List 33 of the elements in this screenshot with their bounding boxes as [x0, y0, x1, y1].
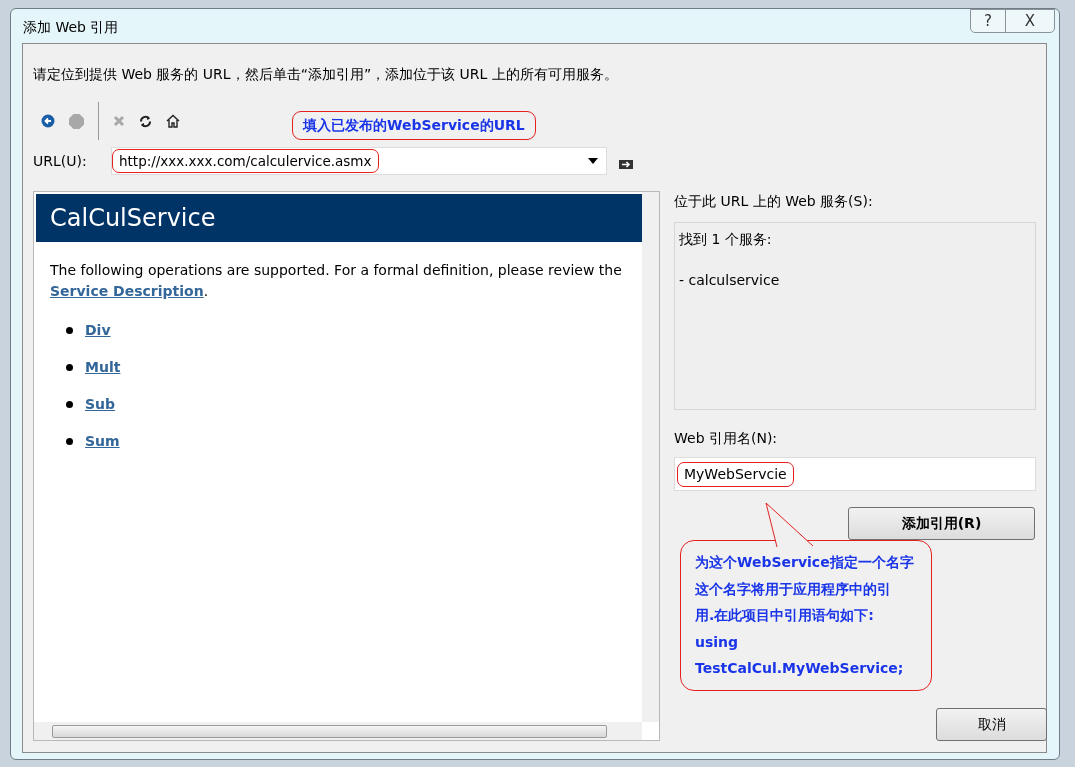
scroll-thumb[interactable] — [52, 724, 607, 738]
dropdown-arrow-icon[interactable] — [588, 158, 598, 164]
bullet-icon — [66, 327, 73, 334]
help-button[interactable]: ? — [970, 9, 1006, 33]
refresh-icon[interactable] — [139, 114, 152, 128]
operation-link[interactable]: Sum — [85, 431, 120, 452]
service-line: 找到 1 个服务: — [679, 230, 773, 249]
reference-name-label: Web 引用名(N): — [674, 429, 779, 448]
dialog-title: 添加 Web 引用 — [23, 19, 119, 35]
back-arrow-icon[interactable] — [41, 114, 55, 128]
bullet-icon — [66, 364, 73, 371]
horizontal-scrollbar[interactable] — [34, 722, 642, 740]
operation-link[interactable]: Sub — [85, 394, 116, 415]
callout-note: 填入已发布的WebService的URL — [292, 111, 536, 140]
url-combobox[interactable]: http://xxx.xxx.com/calculervice.asmx — [111, 147, 607, 175]
url-label: URL(U): — [33, 151, 88, 171]
cancel-button[interactable]: 取消 — [936, 708, 1047, 741]
instruction-text: 请定位到提供 Web 服务的 URL，然后单击“添加引用”，添加位于该 URL 上的所有可用服务。 — [33, 65, 619, 84]
close-button[interactable]: X — [1005, 9, 1055, 33]
vertical-scrollbar[interactable] — [642, 192, 659, 722]
add-reference-button[interactable]: 添加引用(R) — [848, 507, 1035, 540]
callout-note: 为这个WebService指定一个名字 这个名字将用于应用程序中的引 用.在此项目中引用语句如下: using TestCalCul.MyWebService; — [680, 540, 932, 691]
operation-link[interactable]: Mult — [85, 357, 121, 378]
go-arrow-icon[interactable] — [619, 159, 633, 169]
service-line: - calculservice — [679, 271, 781, 290]
bullet-icon — [66, 401, 73, 408]
home-icon[interactable] — [166, 114, 180, 128]
service-description-link[interactable]: Service Description — [50, 283, 204, 299]
services-label: 位于此 URL 上的 Web 服务(S): — [674, 192, 874, 211]
operation-link[interactable]: Div — [85, 320, 111, 341]
url-value: http://xxx.xxx.com/calculervice.asmx — [112, 148, 379, 174]
bullet-icon — [66, 438, 73, 445]
reference-name-field[interactable]: MyWebServcie — [674, 457, 1036, 491]
